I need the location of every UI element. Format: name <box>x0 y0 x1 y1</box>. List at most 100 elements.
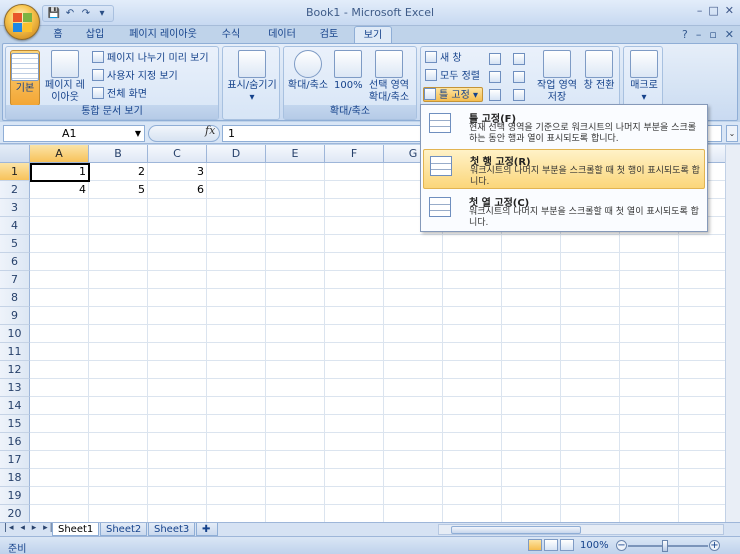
split-icon[interactable] <box>489 53 501 65</box>
minimize-button[interactable]: – <box>697 4 703 17</box>
row-header[interactable]: 2 <box>0 181 30 199</box>
row-header[interactable]: 3 <box>0 199 30 217</box>
sheet-tab-3[interactable]: Sheet3 <box>148 523 196 536</box>
chevron-down-icon[interactable]: ▼ <box>135 126 141 141</box>
horizontal-scrollbar[interactable] <box>438 524 724 535</box>
row-header[interactable]: 13 <box>0 379 30 397</box>
custom-views-button[interactable]: 사용자 지정 보기 <box>92 69 178 84</box>
grid-row-line <box>30 360 740 361</box>
insert-function-icon[interactable]: fx <box>205 124 215 137</box>
row-header[interactable]: 15 <box>0 415 30 433</box>
workbook-close-icon[interactable]: ✕ <box>725 28 734 41</box>
row-header[interactable]: 14 <box>0 397 30 415</box>
zoom-slider[interactable]: − + <box>616 540 720 552</box>
row-header[interactable]: 7 <box>0 271 30 289</box>
save-workspace-button[interactable]: 작업 영역 저장 <box>533 50 581 104</box>
maximize-button[interactable]: □ <box>708 4 718 17</box>
column-header[interactable]: A <box>30 145 89 163</box>
cell[interactable]: 3 <box>148 163 207 180</box>
tab-insert[interactable]: 삽입 <box>78 26 112 44</box>
macros-button[interactable]: 매크로 ▾ <box>626 50 662 104</box>
name-box[interactable]: A1 ▼ <box>3 125 145 142</box>
row-header[interactable]: 18 <box>0 469 30 487</box>
page-layout-view-button[interactable]: 페이지 레이아웃 <box>44 50 86 104</box>
row-header[interactable]: 5 <box>0 235 30 253</box>
zoom-selection-button[interactable]: 선택 영역 확대/축소 <box>364 50 414 104</box>
show-hide-icon <box>238 50 266 78</box>
row-header[interactable]: 4 <box>0 217 30 235</box>
row-header[interactable]: 1 <box>0 163 30 181</box>
zoom-button[interactable]: 확대/축소 <box>286 50 330 92</box>
select-all-corner[interactable] <box>0 145 30 163</box>
show-hide-button[interactable]: 표시/숨기기 ▾ <box>225 50 279 104</box>
sheet-tab-2[interactable]: Sheet2 <box>100 523 148 536</box>
vertical-scrollbar[interactable] <box>725 145 740 522</box>
expand-formula-bar-icon[interactable]: ⌄ <box>726 125 738 142</box>
close-button[interactable]: ✕ <box>725 4 734 17</box>
sheet-navigation-icons[interactable]: |◂ ◂ ▸ ▸| <box>4 523 55 533</box>
new-window-button[interactable]: 새 창 <box>425 51 462 66</box>
unhide-window-icon[interactable] <box>489 89 501 101</box>
row-header[interactable]: 11 <box>0 343 30 361</box>
insert-sheet-icon[interactable]: ✚ <box>196 523 218 536</box>
cell[interactable]: 5 <box>89 181 148 198</box>
office-button[interactable] <box>4 4 40 40</box>
row-header[interactable]: 17 <box>0 451 30 469</box>
menu-freeze-top-row[interactable]: 첫 행 고정(R) 워크시트의 나머지 부분을 스크롤할 때 첫 행이 표시되도… <box>423 149 705 189</box>
row-header[interactable]: 19 <box>0 487 30 505</box>
column-header[interactable]: F <box>325 145 384 163</box>
tab-home[interactable]: 홈 <box>44 26 72 44</box>
sheet-tab-1[interactable]: Sheet1 <box>52 523 100 536</box>
row-header[interactable]: 6 <box>0 253 30 271</box>
office-logo-icon <box>13 13 33 33</box>
zoom-level[interactable]: 100% <box>580 540 609 551</box>
freeze-panes-button[interactable]: 틀 고정 ▾ <box>423 87 483 102</box>
reset-window-position-icon[interactable] <box>513 89 525 101</box>
column-header[interactable]: C <box>148 145 207 163</box>
ribbon-restore-icon[interactable]: ▫ <box>709 28 716 41</box>
tab-review[interactable]: 검토 <box>312 26 346 44</box>
menu-freeze-first-column[interactable]: 첫 열 고정(C) 워크시트의 나머지 부분을 스크롤할 때 첫 열이 표시되도… <box>423 191 705 231</box>
cell[interactable]: 2 <box>89 163 148 180</box>
zoom-thumb[interactable] <box>662 540 668 552</box>
page-break-view-icon[interactable] <box>560 539 574 551</box>
cell[interactable]: 6 <box>148 181 207 198</box>
row-header[interactable]: 12 <box>0 361 30 379</box>
horizontal-scroll-thumb[interactable] <box>451 526 581 534</box>
row-header[interactable]: 20 <box>0 505 30 522</box>
ribbon-minimize-icon[interactable]: – <box>696 28 702 41</box>
custom-views-icon <box>92 69 104 81</box>
full-screen-button[interactable]: 전체 화면 <box>92 87 147 102</box>
synchronous-scrolling-icon[interactable] <box>513 71 525 83</box>
normal-view-icon[interactable] <box>528 539 542 551</box>
switch-windows-icon <box>585 50 613 78</box>
page-break-preview-button[interactable]: 페이지 나누기 미리 보기 <box>92 51 209 66</box>
grid-row-line <box>30 270 740 271</box>
view-side-by-side-icon[interactable] <box>513 53 525 65</box>
group-label-workbook-views: 통합 문서 보기 <box>6 105 218 119</box>
help-icon[interactable]: ? <box>682 28 688 41</box>
normal-view-button[interactable]: 기본 <box>10 50 40 106</box>
row-header[interactable]: 8 <box>0 289 30 307</box>
zoom-100-button[interactable]: 100% <box>334 50 363 92</box>
hide-window-icon[interactable] <box>489 71 501 83</box>
zoom-in-icon[interactable]: + <box>709 540 720 551</box>
column-header[interactable]: E <box>266 145 325 163</box>
column-header[interactable]: B <box>89 145 148 163</box>
tab-page-layout[interactable]: 페이지 레이아웃 <box>120 26 206 44</box>
macros-icon <box>630 50 658 78</box>
switch-windows-button[interactable]: 창 전환 <box>581 50 617 92</box>
cell[interactable]: 4 <box>30 181 89 198</box>
page-layout-view-icon[interactable] <box>544 539 558 551</box>
row-header[interactable]: 10 <box>0 325 30 343</box>
zoom-out-icon[interactable]: − <box>616 540 627 551</box>
row-header[interactable]: 16 <box>0 433 30 451</box>
tab-formulas[interactable]: 수식 <box>214 26 248 44</box>
tab-data[interactable]: 데이터 <box>262 26 302 44</box>
tab-view[interactable]: 보기 <box>354 26 392 44</box>
grid-row-line <box>30 378 740 379</box>
arrange-all-button[interactable]: 모두 정렬 <box>425 69 480 84</box>
menu-freeze-panes[interactable]: 틀 고정(F) 현재 선택 영역을 기준으로 워크시트의 나머지 부분을 스크롤… <box>423 107 705 147</box>
row-header[interactable]: 9 <box>0 307 30 325</box>
column-header[interactable]: D <box>207 145 266 163</box>
